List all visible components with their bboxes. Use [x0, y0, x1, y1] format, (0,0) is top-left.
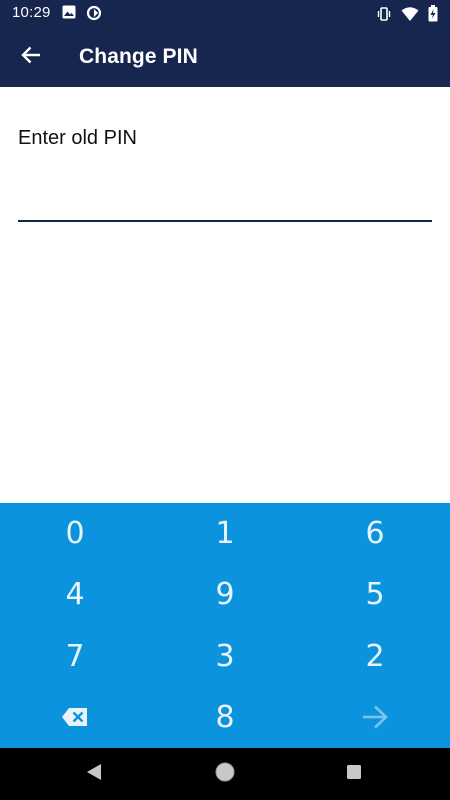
key-1[interactable]: 1 [150, 503, 300, 564]
back-triangle-icon [86, 763, 102, 786]
key-2[interactable]: 2 [300, 626, 450, 687]
key-5[interactable]: 5 [300, 564, 450, 625]
nav-home-button[interactable] [211, 760, 239, 788]
sync-icon [86, 5, 102, 26]
nav-recents-button[interactable] [340, 760, 368, 788]
key-0[interactable]: 0 [0, 503, 150, 564]
change-pin-screen: 10:29 Change PIN Enter old PIN 0 1 6 4 9… [0, 0, 450, 800]
back-button[interactable] [10, 36, 52, 78]
numeric-keypad: 0 1 6 4 9 5 7 3 2 8 [0, 503, 450, 748]
key-7[interactable]: 7 [0, 626, 150, 687]
status-time: 10:29 [12, 4, 51, 21]
wifi-icon [401, 6, 419, 27]
old-pin-field[interactable] [18, 170, 432, 222]
status-bar: 10:29 [0, 0, 450, 26]
vibrate-icon [376, 6, 392, 27]
submit-key[interactable] [300, 687, 450, 748]
arrow-back-icon [20, 44, 42, 71]
status-right-icons [376, 5, 438, 27]
key-8[interactable]: 8 [150, 687, 300, 748]
key-6[interactable]: 6 [300, 503, 450, 564]
key-3[interactable]: 3 [150, 626, 300, 687]
key-9[interactable]: 9 [150, 564, 300, 625]
recents-square-icon [346, 764, 362, 785]
key-4[interactable]: 4 [0, 564, 150, 625]
backspace-key[interactable] [0, 687, 150, 748]
home-circle-icon [214, 761, 236, 788]
system-nav-bar [0, 748, 450, 800]
status-left-icons [62, 5, 102, 26]
arrow-forward-icon [361, 704, 389, 730]
backspace-icon [61, 707, 89, 727]
image-icon [62, 5, 76, 26]
pin-prompt: Enter old PIN [18, 127, 137, 149]
app-bar: Change PIN [0, 26, 450, 87]
page-title: Change PIN [79, 45, 198, 68]
nav-back-button[interactable] [80, 760, 108, 788]
battery-icon [428, 5, 438, 27]
